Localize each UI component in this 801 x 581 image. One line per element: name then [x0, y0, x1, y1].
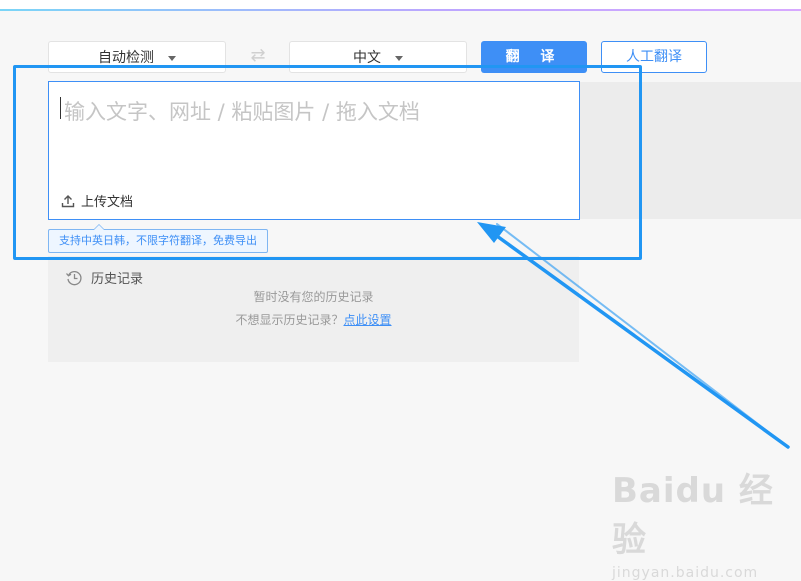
source-text-input[interactable]: 输入文字、网址 / 粘贴图片 / 拖入文档 上传文档 — [48, 81, 580, 220]
top-gradient-bar — [0, 0, 801, 11]
baidu-jingyan-watermark: Baidu 经验 jingyan.baidu.com — [612, 463, 792, 581]
human-translation-button[interactable]: 人工翻译 — [601, 41, 707, 73]
history-empty-message: 暂时没有您的历史记录 — [253, 290, 374, 304]
source-language-label: 自动检测 — [98, 50, 154, 66]
history-clock-icon — [66, 270, 82, 285]
input-placeholder: 输入文字、网址 / 粘贴图片 / 拖入文档 — [64, 100, 420, 124]
swap-languages-icon[interactable]: ⇄ — [247, 46, 269, 66]
source-language-select[interactable]: 自动检测 — [48, 41, 226, 73]
history-title: 历史记录 — [91, 272, 144, 287]
translate-button[interactable]: 翻 译 — [481, 41, 587, 73]
history-header: 历史记录 — [65, 268, 143, 287]
upload-icon — [61, 194, 75, 207]
text-cursor — [60, 97, 61, 119]
feature-tip: 支持中英日韩，不限字符翻译，免费导出 — [48, 224, 268, 253]
upload-document-button[interactable]: 上传文档 — [61, 191, 133, 210]
upload-document-label: 上传文档 — [81, 195, 134, 210]
translation-output-panel — [580, 82, 801, 219]
history-settings-link[interactable]: 点此设置 — [344, 313, 392, 327]
history-hide-prompt-row: 不想显示历史记录？点此设置 — [48, 311, 579, 328]
chevron-down-icon — [168, 55, 176, 61]
history-hide-prompt: 不想显示历史记录？ — [235, 313, 344, 327]
watermark-brand: Baidu 经验 — [612, 471, 774, 560]
watermark-site: jingyan.baidu.com — [612, 565, 759, 581]
chevron-down-icon — [395, 55, 403, 61]
target-language-label: 中文 — [353, 50, 381, 66]
target-language-select[interactable]: 中文 — [289, 41, 467, 73]
history-panel: 历史记录 暂时没有您的历史记录 不想显示历史记录？点此设置 — [48, 256, 579, 362]
